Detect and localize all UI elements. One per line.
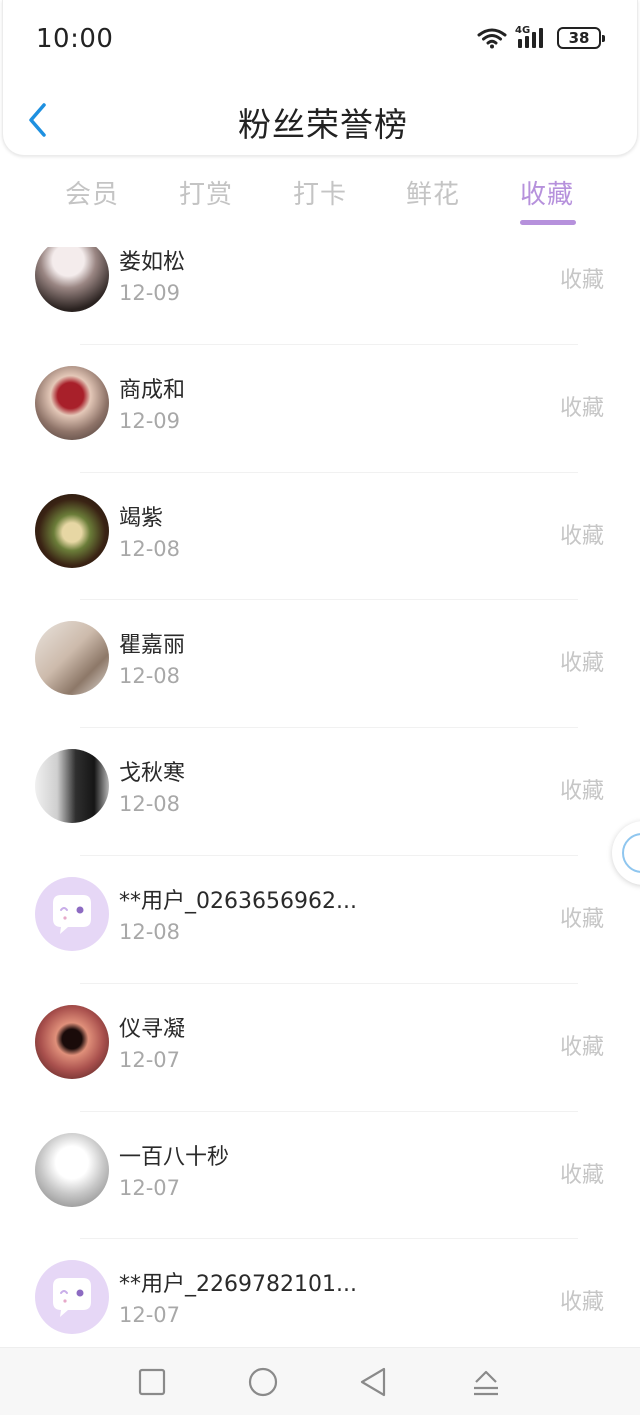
system-navbar: [0, 1347, 640, 1415]
action-label: 收藏: [559, 1034, 604, 1060]
status-time: 10:00: [36, 24, 114, 54]
user-name: 一百八十秒: [119, 1144, 230, 1170]
signal-icon: 4G: [515, 26, 549, 50]
date: 12-08: [119, 536, 181, 561]
active-tab-indicator: [520, 220, 576, 225]
list-item[interactable]: **用户_2269782101... 12-07 收藏: [0, 1239, 640, 1347]
home-button[interactable]: [245, 1364, 281, 1400]
action-label: 收藏: [559, 268, 604, 293]
user-name: 瞿嘉丽: [119, 633, 186, 659]
tab-bar: 会员 打赏 打卡 鲜花 收藏: [0, 170, 640, 230]
user-name: 娄如松: [119, 250, 186, 275]
list-item[interactable]: 娄如松 12-09 收藏: [0, 247, 640, 345]
avatar: [35, 621, 109, 696]
square-recents-icon: [138, 1368, 166, 1396]
battery-icon: 38: [557, 27, 605, 49]
status-icons: 4G 38: [477, 26, 605, 50]
upload-arrow-icon: [474, 1370, 498, 1396]
wifi-icon: [477, 28, 507, 49]
user-name: 仪寻凝: [119, 1016, 186, 1042]
avatar: [35, 493, 109, 568]
list-item[interactable]: 瞿嘉丽 12-08 收藏: [0, 600, 640, 729]
list-item[interactable]: 戈秋寒 12-08 收藏: [0, 728, 640, 856]
default-chat-icon: [53, 1278, 91, 1318]
user-name: 戈秋寒: [119, 761, 186, 787]
upload-button[interactable]: [468, 1364, 504, 1400]
header: 10:00 4G 38 粉丝荣誉榜: [2, 0, 638, 156]
tab-flowers[interactable]: 鲜花: [406, 174, 460, 211]
list-item[interactable]: 竭紫 12-08 收藏: [0, 473, 640, 601]
page-title: 粉丝荣誉榜: [238, 105, 408, 144]
action-label: 收藏: [559, 1290, 604, 1316]
list-item[interactable]: **用户_0263656962... 12-08 收藏: [0, 856, 640, 984]
action-label: 收藏: [559, 395, 604, 421]
action-label: 收藏: [559, 1162, 604, 1188]
nav-back-button[interactable]: [356, 1364, 392, 1400]
list-item[interactable]: 仪寻凝 12-07 收藏: [0, 984, 640, 1112]
fan-list[interactable]: 娄如松 12-09 收藏 商成和 12-09 收藏 竭紫 12-08 收藏 瞿嘉…: [0, 247, 640, 1347]
action-label: 收藏: [559, 906, 604, 932]
date: 12-08: [119, 664, 181, 689]
fan-list-content: 娄如松 12-09 收藏 商成和 12-09 收藏 竭紫 12-08 收藏 瞿嘉…: [0, 247, 640, 1347]
date: 12-07: [119, 1303, 181, 1328]
date: 12-09: [119, 281, 181, 305]
avatar: [35, 365, 109, 440]
avatar: [35, 247, 109, 312]
recents-button[interactable]: [134, 1364, 170, 1400]
user-name: **用户_2269782101...: [119, 1272, 357, 1298]
user-name: 商成和: [119, 377, 186, 403]
user-name: 竭紫: [119, 505, 164, 531]
circle-home-icon: [248, 1367, 278, 1397]
tab-membership[interactable]: 会员: [65, 174, 119, 211]
date: 12-08: [119, 792, 181, 817]
avatar: [35, 1004, 109, 1079]
tab-reward[interactable]: 打赏: [179, 174, 233, 211]
date: 12-07: [119, 1175, 181, 1200]
avatar: [35, 1132, 109, 1207]
battery-level: 38: [568, 29, 590, 47]
screen: 10:00 4G 38 粉丝荣誉榜 会员 打赏 打卡 鲜花 收藏 娄如松 12-…: [0, 0, 640, 1415]
date: 12-09: [119, 408, 181, 433]
date: 12-08: [119, 919, 181, 944]
action-label: 收藏: [559, 779, 604, 805]
list-item[interactable]: 一百八十秒 12-07 收藏: [0, 1112, 640, 1240]
list-item[interactable]: 商成和 12-09 收藏: [0, 345, 640, 473]
default-chat-icon: [53, 894, 91, 934]
triangle-back-icon: [360, 1367, 386, 1397]
user-name: **用户_0263656962...: [119, 888, 357, 914]
date: 12-07: [119, 1047, 181, 1072]
tab-favorites[interactable]: 收藏: [520, 174, 574, 211]
action-label: 收藏: [559, 651, 604, 677]
action-label: 收藏: [559, 523, 604, 549]
tab-checkin[interactable]: 打卡: [293, 174, 347, 211]
avatar: [35, 1260, 109, 1335]
avatar: [35, 749, 109, 824]
avatar: [35, 876, 109, 951]
